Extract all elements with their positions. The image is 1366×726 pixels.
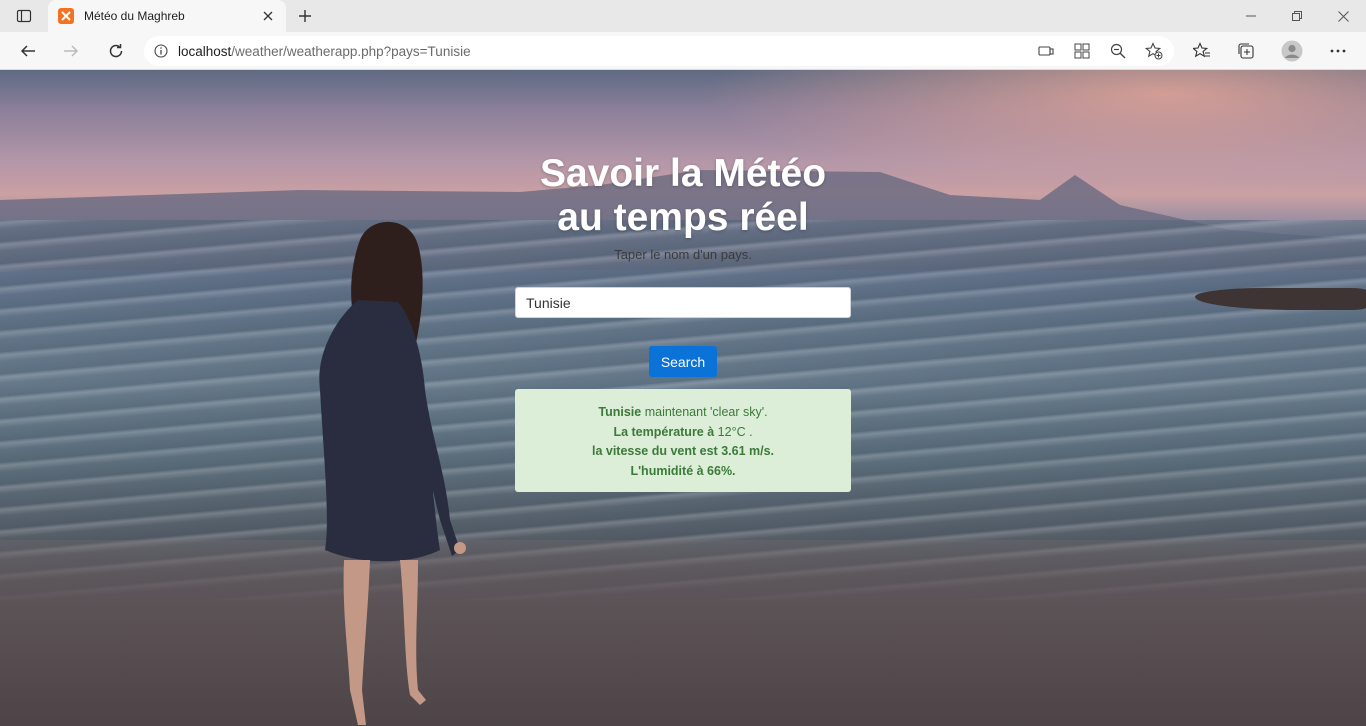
refresh-icon[interactable] xyxy=(100,35,132,67)
tab-actions-icon[interactable] xyxy=(8,4,40,28)
result-wind-line: la vitesse du vent est 3.61 m/s. xyxy=(515,442,851,462)
result-temperature-line: La température à 12°C . xyxy=(515,423,851,443)
country-search-input[interactable] xyxy=(515,287,851,318)
result-condition: maintenant 'clear sky'. xyxy=(641,405,768,419)
forward-arrow-icon[interactable] xyxy=(55,35,87,67)
url-text: localhost/weather/weatherapp.php?pays=Tu… xyxy=(178,44,471,59)
result-temperature-label: La température à xyxy=(613,424,715,439)
site-info-icon[interactable] xyxy=(144,44,178,58)
title-line-2: au temps réel xyxy=(557,196,809,239)
browser-tab[interactable]: Météo du Maghreb xyxy=(48,0,286,32)
result-humidity-line: L'humidité à 66%. xyxy=(515,462,851,482)
result-wind: la vitesse du vent est 3.61 m/s. xyxy=(591,444,775,458)
navigation-bar: localhost/weather/weatherapp.php?pays=Tu… xyxy=(0,32,1366,70)
restore-icon[interactable] xyxy=(1274,0,1320,32)
result-humidity: L'humidité à 66%. xyxy=(630,463,736,478)
read-aloud-icon[interactable] xyxy=(1037,42,1055,60)
weather-result-alert: Tunisie maintenant 'clear sky'. La tempé… xyxy=(515,389,851,492)
title-line-1: Savoir la Météo xyxy=(539,152,827,195)
profile-avatar-icon[interactable] xyxy=(1276,35,1308,67)
subtitle: Taper le nom d'un pays. xyxy=(614,247,752,262)
minimize-icon[interactable] xyxy=(1228,0,1274,32)
add-favorite-icon[interactable] xyxy=(1145,42,1163,60)
result-country: Tunisie xyxy=(598,405,642,419)
result-temperature-value: 12°C . xyxy=(714,424,753,439)
tab-close-icon[interactable] xyxy=(260,8,276,24)
favorites-icon[interactable] xyxy=(1186,35,1218,67)
apps-icon[interactable] xyxy=(1073,42,1091,60)
close-window-icon[interactable] xyxy=(1320,0,1366,32)
search-button[interactable]: Search xyxy=(649,346,717,377)
collections-icon[interactable] xyxy=(1230,35,1262,67)
woman-walking-figure xyxy=(319,221,466,725)
tab-title: Météo du Maghreb xyxy=(84,9,185,23)
address-bar[interactable]: localhost/weather/weatherapp.php?pays=Tu… xyxy=(144,36,1174,66)
zoom-icon[interactable] xyxy=(1109,42,1127,60)
beach-sand xyxy=(0,540,1366,726)
xampp-favicon-icon xyxy=(58,8,74,24)
more-options-icon[interactable] xyxy=(1322,35,1354,67)
back-arrow-icon[interactable] xyxy=(12,35,44,67)
tab-bar: Météo du Maghreb xyxy=(0,0,1366,32)
new-tab-icon[interactable] xyxy=(292,4,318,28)
url-path: /weather/weatherapp.php?pays=Tunisie xyxy=(231,43,471,59)
page-title: Savoir la Météo au temps réel xyxy=(383,152,983,240)
url-host: localhost xyxy=(178,43,232,59)
result-condition-line: Tunisie maintenant 'clear sky'. xyxy=(515,403,851,423)
